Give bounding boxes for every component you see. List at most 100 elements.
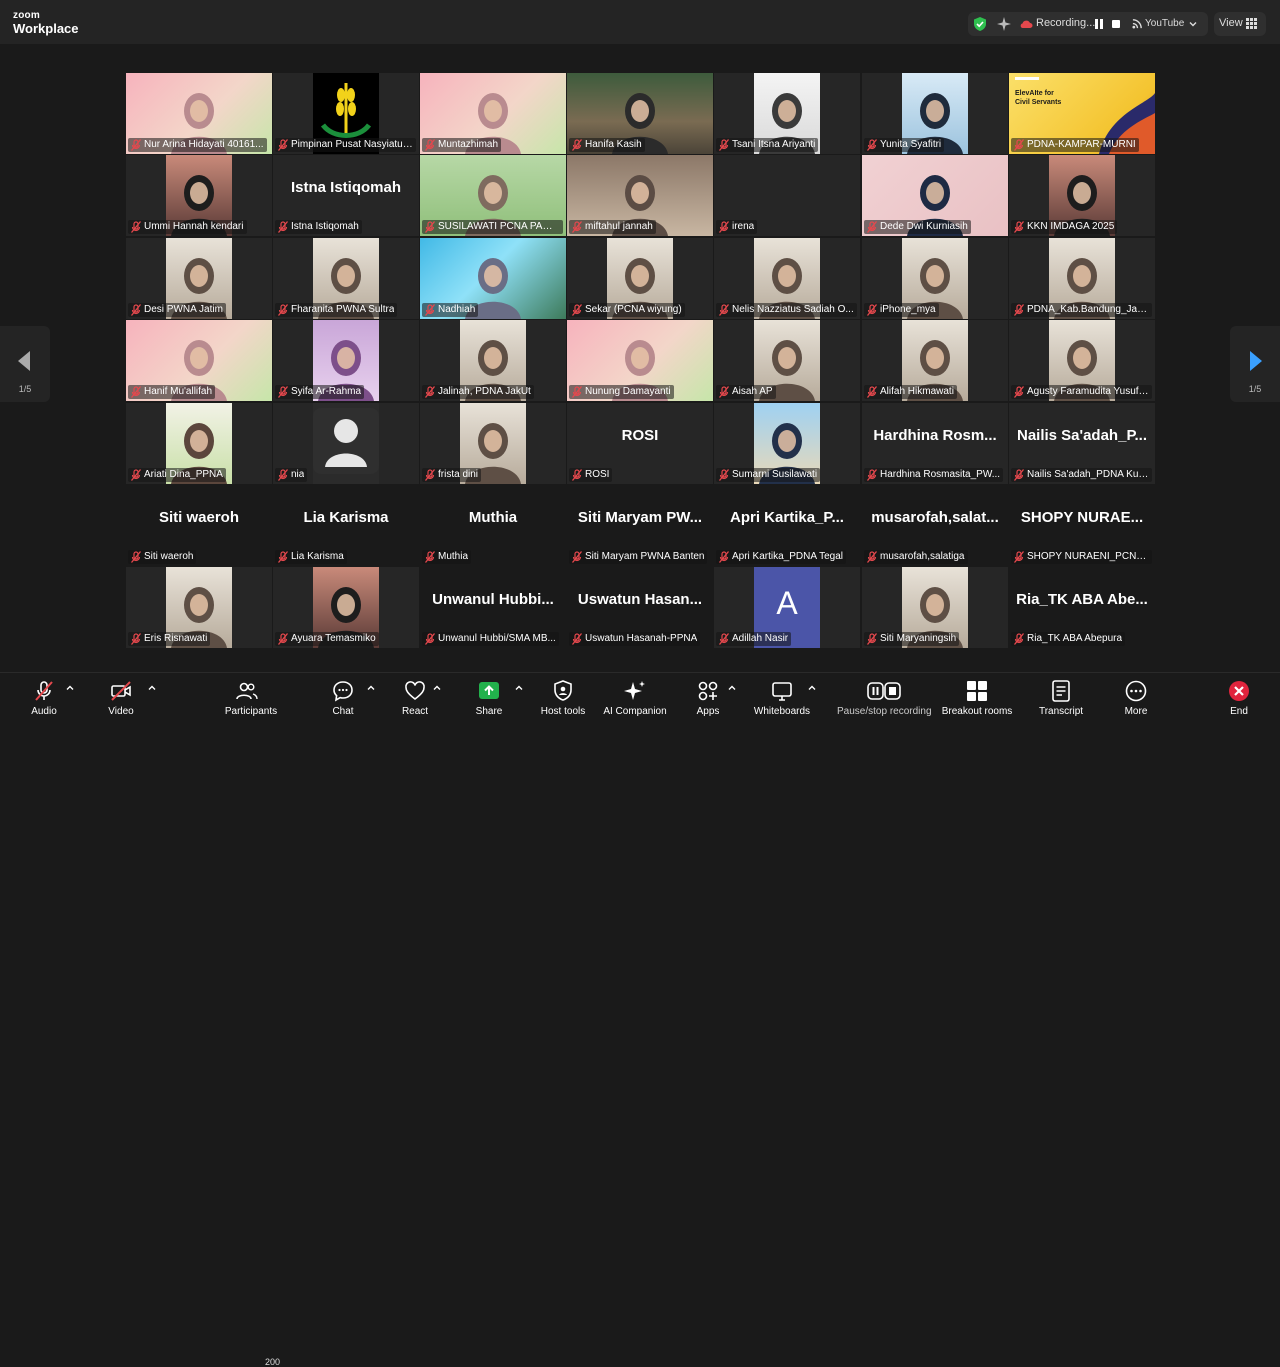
participant-name: Ariati Dina_PPNA: [144, 469, 223, 480]
participant-tile[interactable]: Ariati Dina_PPNA: [126, 403, 272, 484]
participant-tile[interactable]: A Adillah Nasir: [714, 567, 860, 648]
participant-tile[interactable]: Istna Istiqomah Istna Istiqomah: [273, 155, 419, 236]
participant-tile[interactable]: Ria_TK ABA Abe... Ria_TK ABA Abepura: [1009, 567, 1155, 648]
participant-tile[interactable]: Apri Kartika_P... Apri Kartika_PDNA Tegal: [714, 485, 860, 566]
participant-name-label: Nelis Nazziatus Sadiah O...: [716, 303, 857, 317]
participant-tile[interactable]: frista dini: [420, 403, 566, 484]
participant-tile[interactable]: SHOPY NURAE... SHOPY NURAENI_PCNAL...: [1009, 485, 1155, 566]
audio-button[interactable]: Audio: [22, 675, 66, 719]
participant-name: Sumarni Susilawati: [732, 469, 818, 480]
participant-tile[interactable]: ElevAIte for Civil Servants PDNA-KAMPAR-MU…: [1009, 73, 1155, 154]
participant-display-name: Nailis Sa'adah_P...: [1016, 427, 1148, 444]
share-button[interactable]: Share: [467, 675, 511, 719]
participant-tile[interactable]: Nadhiah: [420, 238, 566, 319]
chat-button[interactable]: Chat: [321, 675, 365, 719]
participant-tile[interactable]: iPhone_mya: [862, 238, 1008, 319]
more-button[interactable]: More: [1114, 675, 1158, 719]
participant-tile[interactable]: Hanifa Kasih: [567, 73, 713, 154]
whiteboards-options-caret-icon[interactable]: [807, 683, 817, 693]
participant-tile[interactable]: ROSI ROSI: [567, 403, 713, 484]
participant-tile[interactable]: Syifa Ar-Rahma: [273, 320, 419, 401]
video-options-caret-icon[interactable]: [147, 683, 157, 693]
ai-companion-button[interactable]: AI Companion: [603, 675, 667, 719]
participant-tile[interactable]: Alifah Hikmawati: [862, 320, 1008, 401]
participant-name: Nelis Nazziatus Sadiah O...: [732, 304, 854, 315]
participant-tile[interactable]: nia: [273, 403, 419, 484]
pause-stop-recording-button[interactable]: Pause/stop recording: [837, 675, 932, 719]
audio-options-caret-icon[interactable]: [65, 683, 75, 693]
end-meeting-button[interactable]: End: [1217, 675, 1261, 719]
participant-tile[interactable]: Fharanita PWNA Sultra: [273, 238, 419, 319]
participant-tile[interactable]: Lia Karisma Lia Karisma: [273, 485, 419, 566]
stop-icon[interactable]: [1111, 19, 1121, 29]
shield-check-icon[interactable]: [972, 16, 988, 32]
participant-tile[interactable]: Sekar (PCNA wiyung): [567, 238, 713, 319]
participant-tile[interactable]: Sumarni Susilawati: [714, 403, 860, 484]
participants-button[interactable]: Participants: [225, 675, 277, 719]
share-options-caret-icon[interactable]: [514, 683, 524, 693]
participant-tile[interactable]: Pimpinan Pusat Nasyiatul...: [273, 73, 419, 154]
stream-destination-text[interactable]: YouTube: [1145, 18, 1184, 29]
participant-tile[interactable]: musarofah,salat... musarofah,salatiga: [862, 485, 1008, 566]
participant-tile[interactable]: PDNA_Kab.Bandung_Jaba...: [1009, 238, 1155, 319]
participant-tile[interactable]: Muntazhimah: [420, 73, 566, 154]
previous-page-button[interactable]: 1/5: [0, 326, 50, 402]
participant-tile[interactable]: Dede Dwi Kurniasih: [862, 155, 1008, 236]
participant-tile[interactable]: Eris Risnawati: [126, 567, 272, 648]
participant-name-label: Hanif Mu'allifah: [128, 385, 216, 399]
participant-tile[interactable]: miftahul jannah: [567, 155, 713, 236]
participant-tile[interactable]: Nelis Nazziatus Sadiah O...: [714, 238, 860, 319]
participant-tile[interactable]: Agusty Faramudita Yusuf,...: [1009, 320, 1155, 401]
participant-tile[interactable]: Muthia Muthia: [420, 485, 566, 566]
participant-tile[interactable]: SUSILAWATI PCNA PAMU...: [420, 155, 566, 236]
chat-options-caret-icon[interactable]: [366, 683, 376, 693]
participant-name-label: Syifa Ar-Rahma: [275, 385, 365, 399]
participant-tile[interactable]: Desi PWNA Jatim: [126, 238, 272, 319]
participant-tile[interactable]: Tsani Itsna Ariyanti: [714, 73, 860, 154]
share-screen-icon: [479, 682, 499, 699]
participant-name-label: miftahul jannah: [569, 220, 656, 234]
pause-icon[interactable]: [1094, 18, 1104, 30]
muted-mic-icon: [277, 386, 289, 398]
participant-tile[interactable]: Hardhina Rosm... Hardhina Rosmasita_PW...: [862, 403, 1008, 484]
video-button[interactable]: Video: [99, 675, 143, 719]
chevron-down-icon[interactable]: [1189, 20, 1197, 28]
transcript-icon: [1052, 680, 1070, 702]
host-tools-button[interactable]: Host tools: [541, 675, 585, 719]
ai-sparkle-icon[interactable]: [996, 16, 1012, 32]
participant-tile[interactable]: Siti Maryaningsih: [862, 567, 1008, 648]
breakout-rooms-button[interactable]: Breakout rooms: [942, 675, 1012, 719]
muted-mic-icon: [424, 469, 436, 481]
participant-tile[interactable]: Siti Maryam PW... Siti Maryam PWNA Banten: [567, 485, 713, 566]
react-options-caret-icon[interactable]: [432, 683, 442, 693]
participant-tile[interactable]: Jalinah, PDNA JakUt: [420, 320, 566, 401]
participant-tile[interactable]: Nur Arina Hidayati 40161...: [126, 73, 272, 154]
participant-name-label: Muthia: [422, 550, 472, 564]
participant-tile[interactable]: Hanif Mu'allifah: [126, 320, 272, 401]
participant-name: PDNA_Kab.Bandung_Jaba...: [1027, 304, 1149, 315]
participant-tile[interactable]: irena: [714, 155, 860, 236]
participant-tile[interactable]: Uswatun Hasan... Uswatun Hasanah-PPNA: [567, 567, 713, 648]
apps-options-caret-icon[interactable]: [727, 683, 737, 693]
participant-tile[interactable]: Ayuara Temasmiko: [273, 567, 419, 648]
participant-tile[interactable]: Nunung Damayanti: [567, 320, 713, 401]
next-page-button[interactable]: 1/5: [1230, 326, 1280, 402]
participant-tile[interactable]: Aisah AP: [714, 320, 860, 401]
muted-mic-icon: [1013, 551, 1025, 563]
participant-tile[interactable]: Ummi Hannah kendari: [126, 155, 272, 236]
participant-tile[interactable]: Siti waeroh Siti waeroh: [126, 485, 272, 566]
transcript-button[interactable]: Transcript: [1039, 675, 1083, 719]
participant-name-label: Agusty Faramudita Yusuf,...: [1011, 385, 1152, 399]
apps-button[interactable]: Apps: [686, 675, 730, 719]
participant-tile[interactable]: Nailis Sa'adah_P... Nailis Sa'adah_PDNA K…: [1009, 403, 1155, 484]
participant-name-label: irena: [716, 220, 758, 234]
whiteboards-button[interactable]: Whiteboards: [754, 675, 810, 719]
participant-tile[interactable]: KKN IMDAGA 2025: [1009, 155, 1155, 236]
participant-name-label: SHOPY NURAENI_PCNAL...: [1011, 550, 1152, 564]
participant-tile[interactable]: Unwanul Hubbi... Unwanul Hubbi/SMA MB...: [420, 567, 566, 648]
participant-display-name: Siti waeroh: [158, 509, 240, 526]
participant-name-label: Tsani Itsna Ariyanti: [716, 138, 819, 152]
muted-mic-icon: [277, 469, 289, 481]
participant-tile[interactable]: Yunita Syafitri: [862, 73, 1008, 154]
react-button[interactable]: React: [393, 675, 437, 719]
